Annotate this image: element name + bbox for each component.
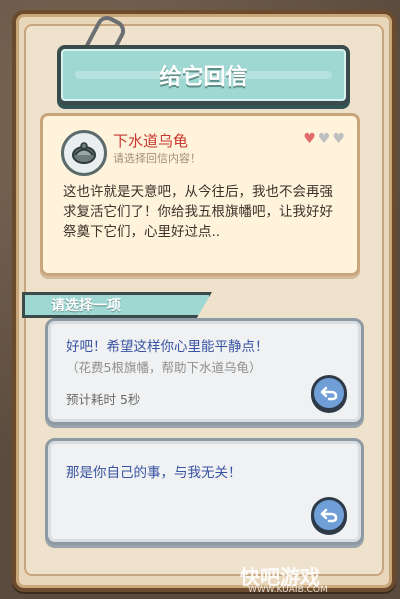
sender-name: 下水道乌龟 [113,132,189,150]
option-cost-text: （花费5根旗幡，帮助下水道乌龟） [66,360,262,375]
choose-label: 请选择一项 [51,298,121,314]
turtle-avatar-icon [61,130,107,176]
reply-option-1[interactable]: 好吧！希望这样你心里能平静点！ （花费5根旗幡，帮助下水道乌龟） 预计耗时 5秒 [45,318,364,425]
heart-icon: ♥ [332,131,345,147]
affection-hearts: ♥ ♥ ♥ [303,132,345,146]
option-main-text: 那是你自己的事，与我无关！ [66,465,242,481]
undo-arrow-icon[interactable] [311,497,347,533]
heart-icon: ♥ [303,131,316,147]
letter-card: 下水道乌龟 请选择回信内容！ ♥ ♥ ♥ 这也许就是天意吧，从今往后，我也不会再… [40,113,360,276]
dialog-title-banner: 给它回信 [57,45,350,105]
undo-arrow-icon[interactable] [311,375,347,411]
reply-prompt: 请选择回信内容！ [113,152,201,165]
heart-icon: ♥ [317,131,331,147]
dialog-title: 给它回信 [159,65,248,90]
letter-body: 这也许就是天意吧，从今往后，我也不会再强求复活它们了！你给我五根旗幡吧，让我好好… [63,184,333,240]
reply-option-2[interactable]: 那是你自己的事，与我无关！ [45,438,364,545]
option-main-text: 好吧！希望这样你心里能平静点！ [66,339,269,355]
option-time-text: 预计耗时 5秒 [66,392,141,407]
watermark-url: WWW.KUAIB.COM [248,585,328,595]
choose-label-banner: 请选择一项 [22,292,212,318]
